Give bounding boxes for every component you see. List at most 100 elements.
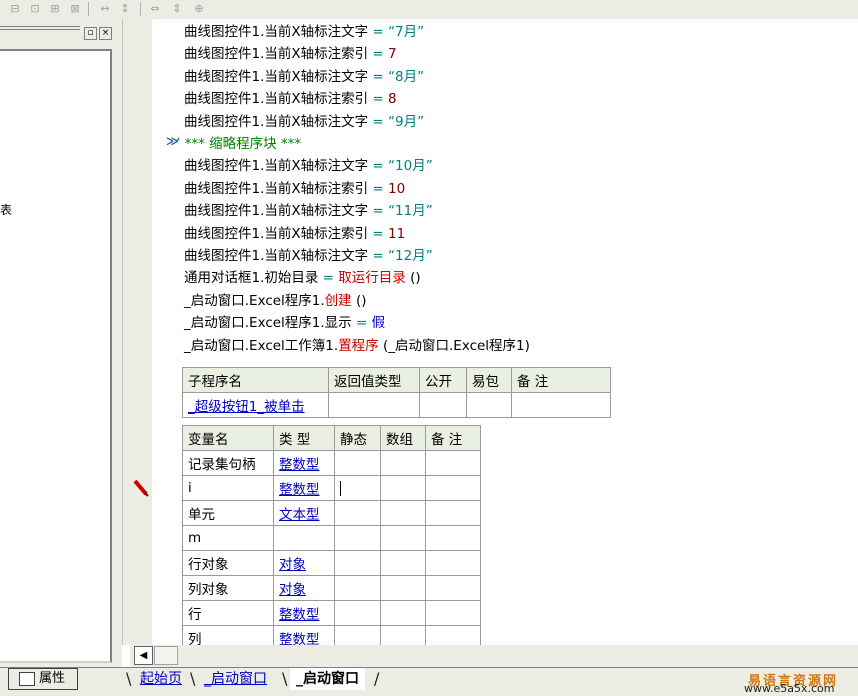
restore-icon[interactable]: ▫ [84, 27, 97, 40]
scroll-left-icon[interactable]: ◀ [134, 646, 153, 665]
align-bottom-icon[interactable]: ⊠ [66, 1, 84, 16]
variable-cell[interactable] [425, 625, 481, 645]
code-line[interactable]: 曲线图控件1.当前X轴标注文字 = “8月” [184, 66, 424, 88]
tab-startup-window-code[interactable]: _启动窗口 [290, 668, 365, 690]
variable-name[interactable]: 列对象 [182, 575, 274, 601]
code-operator: = [351, 315, 372, 332]
variable-name[interactable]: 列 [182, 625, 274, 645]
watermark-url: www.e5a5x.com [744, 682, 835, 695]
variable-name[interactable]: 行对象 [182, 550, 274, 576]
code-value: 11 [388, 225, 406, 242]
subroutine-cell[interactable] [328, 392, 420, 418]
center-icon[interactable]: ⊕ [190, 1, 208, 16]
code-line[interactable]: 曲线图控件1.当前X轴标注索引 = 7 [184, 43, 397, 65]
code-line[interactable]: 曲线图控件1.当前X轴标注文字 = “11月” [184, 200, 433, 222]
properties-icon [19, 671, 35, 686]
subroutine-cell[interactable] [466, 392, 512, 418]
variable-cell[interactable] [380, 475, 426, 501]
variable-cell[interactable] [334, 450, 381, 476]
code-operator: = [368, 68, 389, 85]
variable-cell[interactable] [425, 550, 481, 576]
subroutine-cell[interactable] [511, 392, 611, 418]
tab-startup-window[interactable]: _启动窗口 [198, 668, 273, 690]
variable-row[interactable]: 记录集句柄 整数型 [182, 450, 481, 476]
variable-cell[interactable] [380, 575, 426, 601]
variable-type[interactable]: 对象 [273, 550, 335, 576]
variable-row[interactable]: 列对象 对象 [182, 575, 481, 601]
variable-cell[interactable] [334, 500, 381, 526]
code-line[interactable]: 曲线图控件1.当前X轴标注文字 = “12月” [184, 245, 433, 267]
variable-cell[interactable] [334, 525, 381, 551]
variable-row[interactable]: i 整数型 [182, 475, 481, 501]
variable-type[interactable]: 整数型 [273, 475, 335, 501]
variable-type[interactable]: 整数型 [273, 600, 335, 626]
variable-cell[interactable] [425, 575, 481, 601]
variable-type[interactable]: 整数型 [273, 450, 335, 476]
code-line[interactable]: 曲线图控件1.当前X轴标注索引 = 10 [184, 178, 405, 200]
variable-cell[interactable] [334, 575, 381, 601]
variable-row[interactable]: 单元 文本型 [182, 500, 481, 526]
code-line[interactable]: _启动窗口.Excel程序1.创建 () [184, 290, 367, 312]
variable-cell[interactable] [334, 550, 381, 576]
same-height-icon[interactable]: ↕ [116, 1, 134, 16]
code-line[interactable]: _启动窗口.Excel工作簿1.置程序 (_启动窗口.Excel程序1) [184, 335, 530, 357]
variable-row[interactable]: 行整数型 [182, 600, 481, 626]
code-line[interactable]: 通用对话框1.初始目录 = 取运行目录 () [184, 267, 421, 289]
variable-type[interactable]: 整数型 [273, 625, 335, 645]
variable-cell[interactable] [334, 475, 381, 501]
tab-start-page[interactable]: 起始页 [134, 668, 188, 690]
variable-cell[interactable] [334, 625, 381, 645]
variable-cell[interactable] [425, 525, 481, 551]
variable-cell[interactable] [425, 600, 481, 626]
variable-name[interactable]: m [182, 525, 274, 551]
variable-cell[interactable] [380, 600, 426, 626]
variable-name[interactable]: 单元 [182, 500, 274, 526]
code-line[interactable]: 曲线图控件1.当前X轴标注文字 = “7月” [184, 21, 424, 43]
align-left-icon[interactable]: ⊟ [6, 1, 24, 16]
variable-cell[interactable] [425, 450, 481, 476]
variable-cell[interactable] [380, 500, 426, 526]
variable-name[interactable]: 行 [182, 600, 274, 626]
code-value: “9月” [388, 113, 425, 130]
toolbar-separator [140, 2, 141, 16]
variable-row[interactable]: 列整数型 [182, 625, 481, 645]
same-width-icon[interactable]: ↔ [96, 1, 114, 16]
code-object: 曲线图控件1.当前X轴标注索引 [184, 225, 369, 242]
variable-name[interactable]: i [182, 475, 274, 501]
variable-type[interactable] [273, 525, 335, 551]
close-icon[interactable]: × [99, 27, 112, 40]
code-line[interactable]: 曲线图控件1.当前X轴标注文字 = “9月” [184, 111, 424, 133]
code-line[interactable]: ’ *** 缩略程序块 *** [176, 133, 301, 155]
variable-cell[interactable] [425, 500, 481, 526]
tab-properties[interactable]: 属性 [8, 668, 78, 690]
tab-separator: \ [126, 669, 132, 688]
code-line[interactable]: 曲线图控件1.当前X轴标注文字 = “10月” [184, 155, 433, 177]
variable-cell[interactable] [334, 600, 381, 626]
subroutine-name[interactable]: _超级按钮1_被单击 [182, 392, 329, 418]
variable-cell[interactable] [380, 525, 426, 551]
code-line[interactable]: 曲线图控件1.当前X轴标注索引 = 11 [184, 223, 405, 245]
variable-name[interactable]: 记录集句柄 [182, 450, 274, 476]
code-line[interactable]: 曲线图控件1.当前X轴标注索引 = 8 [184, 88, 397, 110]
variable-cell[interactable] [380, 625, 426, 645]
subroutine-cell[interactable] [419, 392, 467, 418]
code-line[interactable]: _启动窗口.Excel程序1.显示 = 假 [184, 312, 385, 334]
variable-type[interactable]: 文本型 [273, 500, 335, 526]
code-editor[interactable]: 曲线图控件1.当前X轴标注文字 = “7月” 曲线图控件1.当前X轴标注索引 = … [152, 19, 858, 645]
variable-row[interactable]: 行对象 对象 [182, 550, 481, 576]
variable-type[interactable]: 对象 [273, 575, 335, 601]
v-spacing-icon[interactable]: ⇕ [168, 1, 186, 16]
code-operator: = [368, 113, 389, 130]
h-spacing-icon[interactable]: ⇔ [146, 1, 164, 16]
variable-cell[interactable] [425, 475, 481, 501]
code-value: 10 [388, 180, 406, 197]
scroll-thumb[interactable] [154, 646, 178, 665]
align-top-icon[interactable]: ⊡ [26, 1, 44, 16]
align-center-icon[interactable]: ⊞ [46, 1, 64, 16]
variable-cell[interactable] [380, 450, 426, 476]
variable-header: 备 注 [425, 425, 481, 451]
horizontal-scrollbar[interactable]: ◀ [130, 645, 858, 667]
variable-cell[interactable] [380, 550, 426, 576]
code-operator: = [368, 180, 389, 197]
variable-row[interactable]: m [182, 525, 481, 551]
